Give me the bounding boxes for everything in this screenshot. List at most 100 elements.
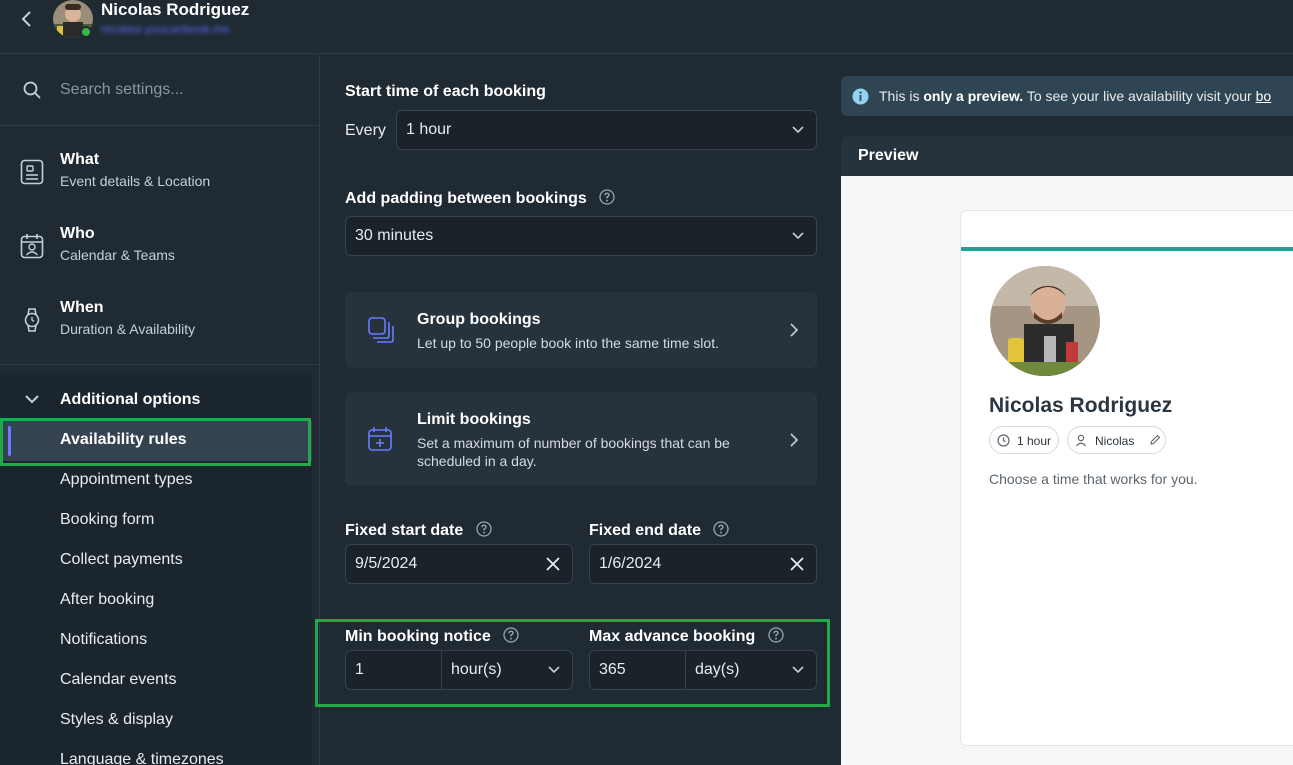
fixed-end-label-text: Fixed end date	[589, 522, 702, 539]
max-advance-unit-select[interactable]: day(s)	[686, 651, 816, 689]
padding-select[interactable]: 30 minutes	[345, 216, 817, 256]
chevron-down-icon	[548, 666, 560, 674]
search-row	[0, 55, 320, 126]
watch-icon	[24, 308, 40, 332]
option-calendar-events[interactable]: Calendar events	[0, 661, 312, 701]
card-description: Let up to 50 people book into the same t…	[417, 335, 719, 351]
settings-sidebar: What Event details & Location Who Calend…	[0, 55, 320, 765]
min-notice-label-text: Min booking notice	[345, 628, 491, 645]
additional-options-toggle[interactable]: Additional options	[0, 381, 312, 421]
min-notice-number-input[interactable]: 1	[346, 651, 442, 689]
option-label: Styles & display	[60, 711, 173, 728]
start-time-label: Start time of each booking	[345, 83, 546, 100]
padding-label: Add padding between bookings	[345, 189, 615, 208]
host-chip: Nicolas	[1067, 426, 1166, 454]
start-time-select[interactable]: 1 hour	[396, 110, 817, 150]
chevron-right-icon	[790, 433, 799, 447]
host-avatar	[990, 266, 1100, 376]
option-notifications[interactable]: Notifications	[0, 621, 312, 661]
availability-form: Start time of each booking Every 1 hour …	[321, 55, 841, 765]
nav-title: When	[60, 299, 104, 316]
chevron-down-icon	[792, 232, 804, 240]
every-label: Every	[345, 122, 386, 139]
group-bookings-card[interactable]: Group bookings Let up to 50 people book …	[345, 292, 817, 368]
min-notice-unit-select[interactable]: hour(s)	[442, 651, 572, 689]
fixed-end-date-input[interactable]: 1/6/2024	[589, 544, 817, 584]
option-appointment-types[interactable]: Appointment types	[0, 461, 312, 501]
person-icon	[1076, 434, 1086, 447]
help-icon[interactable]	[476, 521, 492, 537]
option-label: After booking	[60, 591, 155, 608]
user-name: Nicolas Rodriguez	[101, 0, 250, 19]
nav-item-what[interactable]: What Event details & Location	[0, 147, 320, 207]
option-label: Calendar events	[60, 671, 177, 688]
option-label: Booking form	[60, 511, 155, 528]
option-label: Notifications	[60, 631, 148, 648]
host-name: Nicolas Rodriguez	[989, 394, 1173, 417]
padding-label-text: Add padding between bookings	[345, 190, 587, 207]
start-time-value: 1 hour	[406, 121, 452, 138]
info-suffix: To see your live availability visit your	[1023, 88, 1256, 104]
chevron-left-icon	[21, 11, 31, 27]
accent-bar	[961, 247, 1293, 251]
info-icon	[852, 88, 869, 105]
booking-page-link[interactable]: bo	[1256, 88, 1272, 104]
option-availability-rules[interactable]: Availability rules	[0, 421, 312, 461]
fixed-start-date-input[interactable]: 9/5/2024	[345, 544, 573, 584]
option-language-timezones[interactable]: Language & timezones	[0, 741, 312, 765]
preview-header: Preview	[841, 136, 1293, 176]
document-list-icon	[20, 159, 44, 185]
option-label: Appointment types	[60, 471, 193, 488]
max-advance-value: 365	[599, 661, 626, 678]
nav-title: What	[60, 151, 100, 168]
stacked-pages-icon	[368, 317, 394, 343]
fixed-start-value: 9/5/2024	[355, 555, 418, 572]
option-after-booking[interactable]: After booking	[0, 581, 312, 621]
option-label: Availability rules	[60, 431, 187, 448]
preview-canvas: Nicolas Rodriguez 1 hour Nicolas Choose …	[841, 176, 1293, 765]
duration-chip-label: 1 hour	[1017, 434, 1052, 448]
nav-item-who[interactable]: Who Calendar & Teams	[0, 221, 320, 281]
limit-bookings-card[interactable]: Limit bookings Set a maximum of number o…	[345, 392, 817, 486]
card-description: Set a maximum of number of bookings that…	[417, 435, 730, 469]
help-icon[interactable]	[768, 627, 784, 643]
option-collect-payments[interactable]: Collect payments	[0, 541, 312, 581]
max-advance-label: Max advance booking	[589, 627, 784, 646]
host-chip-label: Nicolas	[1095, 434, 1135, 448]
chevron-down-icon	[792, 666, 804, 674]
clock-icon	[997, 434, 1010, 447]
search-input[interactable]	[60, 75, 300, 105]
additional-options-panel: Additional options Availability rules Ap…	[0, 373, 312, 765]
preview-title: Preview	[858, 147, 919, 164]
preview-info-text: This is only a preview. To see your live…	[879, 88, 1271, 104]
info-bold: only a preview.	[923, 88, 1024, 104]
nav-subtitle: Calendar & Teams	[60, 247, 175, 263]
max-advance-number-input[interactable]: 365	[590, 651, 686, 689]
fixed-start-label: Fixed start date	[345, 521, 492, 540]
nav-title: Who	[60, 225, 95, 242]
card-title: Limit bookings	[417, 411, 531, 428]
search-icon	[23, 81, 41, 99]
close-icon[interactable]	[788, 555, 806, 573]
help-icon[interactable]	[599, 189, 615, 205]
option-booking-form[interactable]: Booking form	[0, 501, 312, 541]
online-status-indicator	[80, 26, 92, 38]
close-icon[interactable]	[544, 555, 562, 573]
info-prefix: This is	[879, 88, 924, 104]
help-icon[interactable]	[503, 627, 519, 643]
chevron-down-icon	[25, 395, 39, 404]
calendar-add-icon	[368, 427, 392, 451]
pencil-icon[interactable]	[1149, 434, 1161, 446]
nav-item-when[interactable]: When Duration & Availability	[0, 295, 320, 355]
fixed-end-value: 1/6/2024	[599, 555, 662, 572]
option-styles-display[interactable]: Styles & display	[0, 701, 312, 741]
duration-chip: 1 hour	[989, 426, 1059, 454]
fixed-start-label-text: Fixed start date	[345, 522, 464, 539]
booking-prompt: Choose a time that works for you.	[989, 471, 1198, 487]
calendar-person-icon	[20, 234, 44, 259]
booking-page-card: Nicolas Rodriguez 1 hour Nicolas Choose …	[960, 210, 1293, 746]
help-icon[interactable]	[713, 521, 730, 537]
option-label: Language & timezones	[60, 751, 224, 765]
nav-subtitle: Event details & Location	[60, 173, 211, 189]
back-button[interactable]	[14, 6, 40, 32]
